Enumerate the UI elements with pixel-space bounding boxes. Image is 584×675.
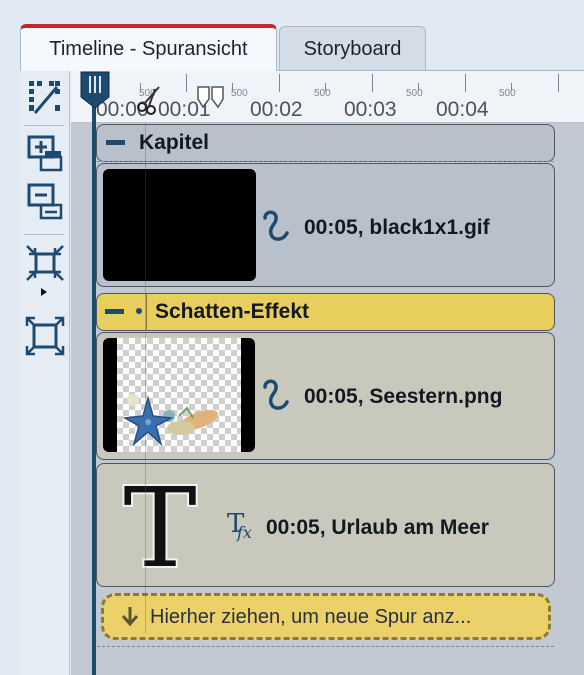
ruler-time-label: 00:04 [436,98,489,121]
effect-group-header[interactable]: Schatten-Effekt [96,293,555,331]
shrink-view-button[interactable] [20,243,70,299]
clip-thumbnail [103,338,255,452]
tab-timeline-label: Timeline - Spuransicht [49,38,248,60]
ruler-tick [186,74,187,92]
ruler-half-label: 500 [499,88,516,99]
clip-duration: 00:05, [266,516,326,539]
clip-duration: 00:05, [304,216,364,239]
clip-thumbnail [103,169,256,281]
clip-seestern[interactable]: 00:05, Seestern.png [96,332,555,460]
ruler-time-label: 00:03 [344,98,397,121]
effect-group-label: Schatten-Effekt [155,300,310,323]
clip-name: Seestern.png [369,385,503,408]
tab-storyboard-label: Storyboard [303,37,402,60]
curve-icon [263,379,289,410]
ruler-half-label: 500 [406,88,423,99]
toolbar-divider [24,234,64,235]
clip-duration: 00:05, [304,385,364,408]
clip-black1x1[interactable]: 00:05, black1x1.gif [96,163,555,287]
chapter-label: Kapitel [139,131,210,154]
toolbar-divider [24,125,64,126]
playhead-handle[interactable] [80,71,110,109]
clip-info-line: 00:05, Urlaub am Meer [266,516,489,540]
ruler-half-label: 500 [314,88,331,99]
clip-text-urlaub[interactable]: T T fx 00:05, Urlaub am Meer [96,463,555,587]
track-separator [97,646,554,647]
clip-info-line: 00:05, Seestern.png [304,385,502,409]
cut-clip-icon [29,81,60,114]
time-ruler[interactable]: 500 500 500 500 500 00:00 00:01 00:02 00… [71,71,584,123]
clip-name: black1x1.gif [369,216,490,239]
arrow-down-icon [121,607,139,627]
effect-divider [146,294,147,331]
cut-clip-button[interactable] [20,76,70,118]
new-track-dropzone[interactable]: Hierher ziehen, um neue Spur anz... [101,593,551,640]
remove-track-button[interactable] [20,181,70,223]
timeline-toolbar [20,71,70,675]
cursor-marker-line [145,123,146,633]
tab-timeline[interactable]: Timeline - Spuransicht [20,24,277,71]
effect-dot-icon [136,308,142,314]
chapter-header[interactable]: Kapitel [96,124,555,162]
collapse-chapter-button[interactable] [106,140,125,145]
clip-name: Urlaub am Meer [331,516,489,539]
clip-info-line: 00:05, black1x1.gif [304,216,490,240]
add-track-button[interactable] [20,133,70,175]
shrink-view-icon [26,245,64,296]
ruler-tick [372,74,373,92]
starfish-image [122,394,218,447]
add-track-icon [27,135,63,172]
track-separator [97,161,554,162]
in-out-marker-icon[interactable] [196,85,226,109]
expand-view-button[interactable] [20,315,70,357]
ruler-tick [558,74,559,92]
text-fx-icon: T fx [227,510,252,542]
ruler-time-label: 00:02 [250,98,303,121]
svg-text:fx: fx [236,523,252,542]
ruler-tick [465,74,466,92]
expand-view-icon [25,316,65,356]
scissors-icon[interactable] [135,85,163,115]
tab-storyboard[interactable]: Storyboard [279,26,426,71]
ruler-half-label: 500 [231,88,248,99]
text-object-thumbnail: T [121,474,198,574]
svg-text:T: T [123,474,196,574]
collapse-effect-button[interactable] [105,309,124,314]
remove-track-icon [27,183,63,220]
ruler-tick [279,74,280,92]
curve-icon [263,210,289,241]
dropzone-label: Hierher ziehen, um neue Spur anz... [150,606,472,628]
